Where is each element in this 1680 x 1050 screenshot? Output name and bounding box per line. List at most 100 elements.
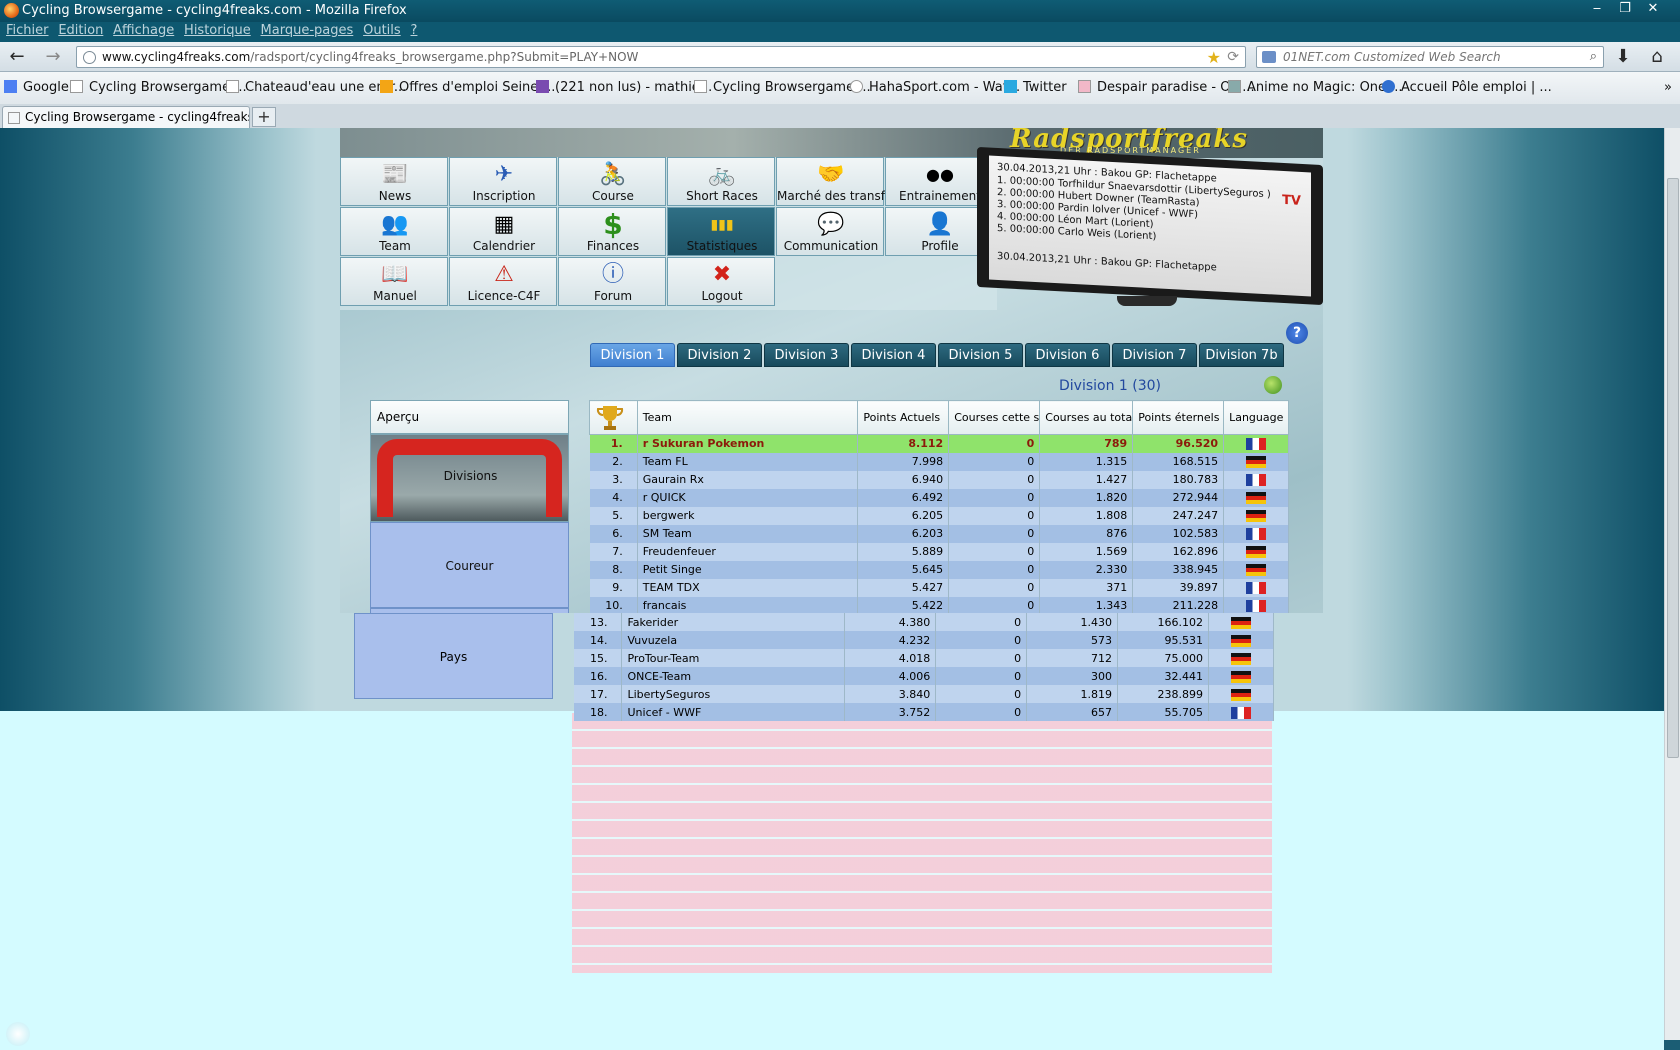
team-name-cell[interactable]: Petit Singe (637, 560, 859, 579)
menu-short-races-button[interactable]: 🚲 Short Races (667, 157, 775, 206)
bookmark-twitter[interactable]: Twitter (1004, 80, 1067, 95)
minimize-button[interactable]: ‒ (1584, 0, 1610, 18)
team-name-cell[interactable]: r QUICK (637, 488, 859, 507)
help-icon[interactable]: ? (1286, 322, 1308, 344)
table-row[interactable]: 7. Freudenfeuer 5.889 0 1.569 162.896 (589, 542, 1289, 561)
team-name-cell[interactable]: Vuvuzela (621, 631, 846, 649)
tab-division-7[interactable]: Division 7 (1112, 343, 1197, 367)
menu-manuel-button[interactable]: 📖 Manuel (340, 257, 448, 306)
team-name-cell[interactable]: TEAM TDX (637, 578, 859, 597)
download-arrow-icon[interactable]: ⬇ (1612, 46, 1634, 68)
page-scrollbar[interactable] (1664, 128, 1680, 1040)
search-icon[interactable]: ⌕ (1590, 49, 1597, 64)
col-language[interactable]: Language (1223, 400, 1289, 435)
menu-news-button[interactable]: 📰 News (340, 157, 448, 206)
tab-division-1[interactable]: Division 1 (590, 343, 675, 367)
menu-communication-button[interactable]: 💬 Communication (776, 207, 884, 256)
team-name-cell[interactable]: Team FL (637, 452, 859, 471)
menu-transfer-market-button[interactable]: 🤝Marché des transferts (776, 157, 885, 206)
table-row[interactable]: 10. francais 5.422 0 1.343 211.228 (589, 596, 1289, 615)
sidebar-item-divisions[interactable]: Divisions (370, 434, 569, 522)
team-name-cell[interactable]: r Sukuran Pokemon (637, 434, 859, 453)
team-name-cell[interactable]: SM Team (637, 524, 859, 543)
tab-division-6[interactable]: Division 6 (1025, 343, 1110, 367)
menu-affichage[interactable]: Affichage (113, 23, 174, 38)
table-row[interactable]: 8. Petit Singe 5.645 0 2.330 338.945 (589, 560, 1289, 579)
menu-inscription-button[interactable]: ✈ Inscription (449, 157, 557, 206)
menu-help[interactable]: ? (411, 23, 418, 38)
bookmark-cycling-1[interactable]: Cycling Browsergame ... (70, 80, 247, 95)
col-points-eternels[interactable]: Points éternels (1132, 400, 1225, 435)
bookmark-pole-emploi[interactable]: Accueil Pôle emploi | ... (1382, 80, 1552, 95)
close-window-button[interactable]: ✕ (1640, 0, 1666, 18)
bookmarks-overflow-icon[interactable]: » (1664, 80, 1672, 95)
bookmark-offres-emploi[interactable]: Offres d'emploi Seine-... (380, 80, 555, 95)
search-input[interactable] (1283, 49, 1573, 65)
col-points-actuels[interactable]: Points Actuels (857, 400, 950, 435)
menu-fichier[interactable]: Fichier (6, 23, 49, 38)
table-row[interactable]: 6. SM Team 6.203 0 876 102.583 (589, 524, 1289, 543)
col-team[interactable]: Team (636, 400, 859, 435)
menu-licence-button[interactable]: ⚠ Licence-C4F (449, 257, 557, 306)
table-row[interactable]: 3. Gaurain Rx 6.940 0 1.427 180.783 (589, 470, 1289, 489)
tab-division-3[interactable]: Division 3 (764, 343, 849, 367)
menu-historique[interactable]: Historique (184, 23, 251, 38)
search-engine-icon[interactable] (1262, 51, 1276, 63)
team-name-cell[interactable]: LibertySeguros (621, 685, 846, 703)
search-box[interactable]: ⌕ (1256, 46, 1604, 68)
menu-logout-button[interactable]: ✖ Logout (667, 257, 775, 306)
table-row[interactable]: 1. r Sukuran Pokemon 8.112 0 789 96.520 (589, 434, 1289, 453)
start-orb-icon[interactable] (6, 1022, 30, 1046)
new-tab-button[interactable]: + (252, 107, 276, 127)
url-bar[interactable]: www.cycling4freaks.com/radsport/cycling4… (76, 46, 1246, 68)
table-row[interactable]: 14. Vuvuzela 4.232 0 573 95.531 (574, 631, 1274, 649)
bookmark-mail[interactable]: (221 non lus) - mathie... (536, 80, 712, 95)
menu-course-button[interactable]: 🚴 Course (558, 157, 666, 206)
scrollbar-thumb[interactable] (1667, 178, 1679, 758)
menu-finances-button[interactable]: $ Finances (558, 207, 666, 256)
menu-calendrier-button[interactable]: ▦ Calendrier (449, 207, 557, 256)
maximize-button[interactable]: ❐ (1612, 0, 1638, 18)
col-courses-total[interactable]: Courses au tota (1039, 400, 1134, 435)
tab-division-2[interactable]: Division 2 (677, 343, 762, 367)
menu-forum-button[interactable]: ⓘ Forum (558, 257, 666, 306)
sidebar-item-coureur[interactable]: Coureur (370, 522, 569, 608)
back-arrow-icon[interactable]: ← (6, 46, 28, 68)
table-row[interactable]: 18. Unicef - WWF 3.752 0 657 55.705 (574, 703, 1274, 721)
table-row[interactable]: 2. Team FL 7.998 0 1.315 168.515 (589, 452, 1289, 471)
tab-division-4[interactable]: Division 4 (851, 343, 936, 367)
table-row[interactable]: 5. bergwerk 6.205 0 1.808 247.247 (589, 506, 1289, 525)
team-name-cell[interactable]: ONCE-Team (621, 667, 846, 685)
team-name-cell[interactable]: bergwerk (637, 506, 859, 525)
home-icon[interactable]: ⌂ (1646, 46, 1668, 68)
table-row[interactable]: 9. TEAM TDX 5.427 0 371 39.897 (589, 578, 1289, 597)
menu-outils[interactable]: Outils (363, 23, 401, 38)
globe-icon[interactable] (1264, 376, 1282, 394)
table-row[interactable]: 15. ProTour-Team 4.018 0 712 75.000 (574, 649, 1274, 667)
tab-division-5[interactable]: Division 5 (938, 343, 1023, 367)
team-name-cell[interactable]: Freudenfeuer (637, 542, 859, 561)
table-row[interactable]: 4. r QUICK 6.492 0 1.820 272.944 (589, 488, 1289, 507)
menu-team-button[interactable]: 👥 Team (340, 207, 448, 256)
bookmark-star-icon[interactable]: ★ (1207, 48, 1221, 67)
sidebar-item-pays[interactable]: Pays (354, 613, 553, 699)
menu-statistiques-button[interactable]: ▮▮▮ Statistiques (667, 207, 775, 256)
reload-icon[interactable]: ⟳ (1227, 49, 1239, 65)
team-name-cell[interactable]: ProTour-Team (621, 649, 846, 667)
table-row[interactable]: 13. Fakerider 4.380 0 1.430 166.102 (574, 613, 1274, 631)
team-name-cell[interactable]: francais (637, 596, 859, 615)
team-name-cell[interactable]: Gaurain Rx (637, 470, 859, 489)
table-row[interactable]: 17. LibertySeguros 3.840 0 1.819 238.899 (574, 685, 1274, 703)
tab-division-7b[interactable]: Division 7b (1199, 343, 1284, 367)
table-row[interactable]: 16. ONCE-Team 4.006 0 300 32.441 (574, 667, 1274, 685)
col-courses-saison[interactable]: Courses cette s (948, 400, 1041, 435)
tab-cycling-browsergame[interactable]: Cycling Browsergame - cycling4freaks.c..… (2, 106, 250, 128)
bookmark-cycling-2[interactable]: Cycling Browsergame ... (694, 80, 871, 95)
forward-arrow-icon[interactable]: → (42, 46, 64, 68)
team-name-cell[interactable]: Unicef - WWF (621, 703, 846, 721)
menu-marque-pages[interactable]: Marque-pages (261, 23, 354, 38)
bookmark-google[interactable]: Google (4, 80, 69, 95)
menu-edition[interactable]: Edition (58, 23, 103, 38)
team-name-cell[interactable]: Fakerider (621, 613, 846, 631)
bookmark-hahasport[interactable]: HahaSport.com - Wat... (850, 80, 1020, 95)
